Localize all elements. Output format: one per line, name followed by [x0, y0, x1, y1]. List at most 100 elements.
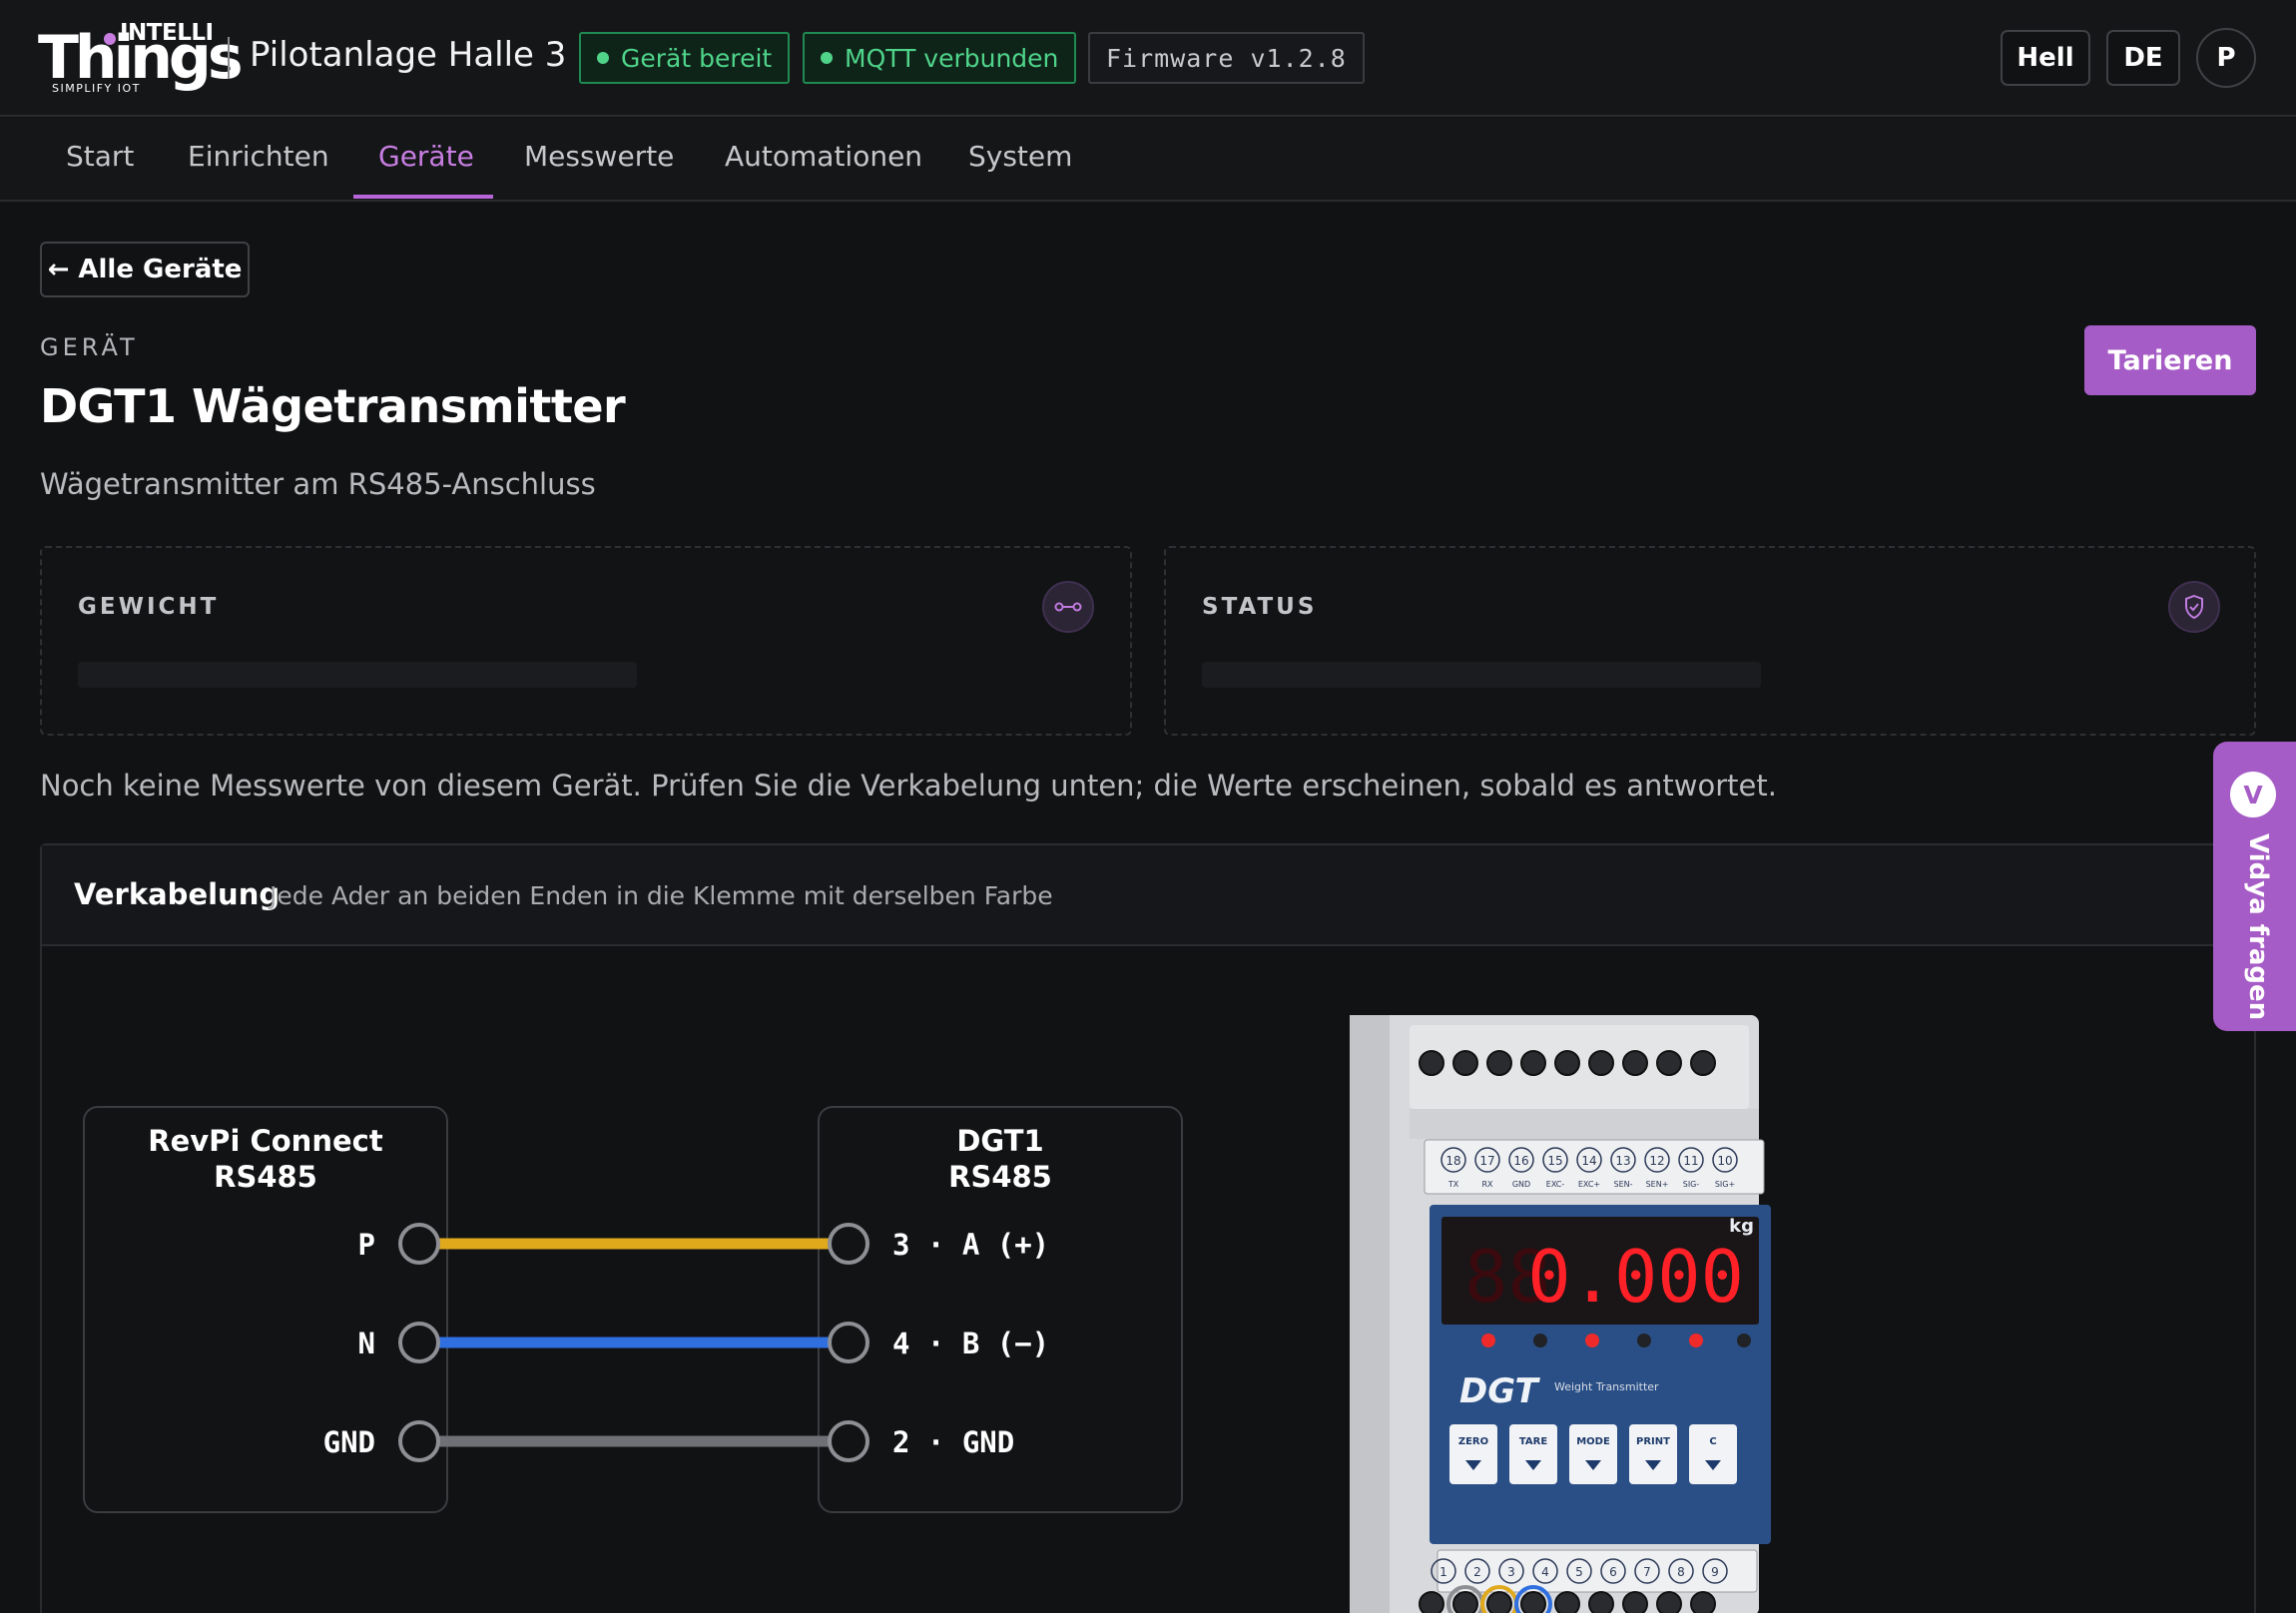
tab-start[interactable]: Start — [66, 140, 134, 173]
terminal-right[interactable] — [828, 1420, 869, 1462]
main-nav: Start Einrichten Geräte Messwerte Automa… — [0, 118, 2296, 202]
page-eyebrow: GERÄT — [40, 333, 139, 361]
screw — [1486, 1050, 1512, 1076]
terminal-number: 6 — [1609, 1565, 1617, 1579]
screw — [1554, 1050, 1580, 1076]
wire-p: P 3 · A (+) — [358, 1223, 1049, 1265]
tab-system[interactable]: System — [968, 140, 1072, 173]
terminal-left[interactable] — [398, 1223, 440, 1265]
terminal-number: 7 — [1643, 1565, 1651, 1579]
logo-tagline: SIMPLIFY IOT — [52, 82, 141, 95]
wiring-diagram: RevPi Connect RS485 DGT1 RS485 P 3 · A (… — [83, 1015, 1771, 1613]
screw — [1690, 1591, 1716, 1613]
dgt1-device-image: 18TX17RX16GND15EXC-14EXC+13SEN-12SEN+11S… — [1350, 1015, 1771, 1613]
theme-toggle-button[interactable]: Hell — [2001, 30, 2090, 86]
device-key — [1449, 1424, 1497, 1484]
screw — [1690, 1050, 1716, 1076]
firmware-badge: Firmware v1.2.8 — [1088, 32, 1365, 84]
tab-messwerte[interactable]: Messwerte — [524, 140, 674, 173]
shield-icon — [2168, 581, 2220, 633]
wire-gnd: GND 2 · GND — [323, 1420, 1014, 1462]
status-card: STATUS — [1164, 546, 2256, 736]
terminal-right[interactable] — [828, 1223, 869, 1265]
screw — [1656, 1591, 1682, 1613]
screw — [1419, 1050, 1444, 1076]
device-key-label: TARE — [1519, 1436, 1547, 1447]
terminal-label: EXC- — [1546, 1180, 1565, 1189]
screw — [1588, 1050, 1614, 1076]
terminal-right[interactable] — [828, 1322, 869, 1363]
screw — [1419, 1591, 1444, 1613]
screw — [1656, 1050, 1682, 1076]
status-dot-icon — [597, 52, 609, 64]
terminal-label: SEN+ — [1646, 1180, 1669, 1189]
terminal-number: 9 — [1711, 1565, 1719, 1579]
ask-vidya-tab[interactable]: V Vidya fragen — [2213, 742, 2296, 1031]
app-header: Things INTELLI SIMPLIFY IOT Pilotanlage … — [0, 0, 2296, 117]
terminal-label: TX — [1447, 1180, 1459, 1189]
device-keypad: ZERO TARE MODE PRINT C — [1449, 1424, 1737, 1484]
terminal-number: 17 — [1479, 1154, 1494, 1168]
screw — [1520, 1591, 1546, 1613]
weight-value-skeleton — [78, 662, 637, 688]
screw — [1452, 1050, 1478, 1076]
link-icon — [1042, 581, 1094, 633]
no-data-hint: Noch keine Messwerte von diesem Gerät. P… — [40, 769, 1777, 803]
revpi-title-line1: RevPi Connect — [148, 1124, 383, 1158]
device-key — [1689, 1424, 1737, 1484]
terminal-left[interactable] — [398, 1322, 440, 1363]
page-title: DGT1 Wägetransmitter — [40, 379, 626, 433]
terminal-number: 12 — [1649, 1154, 1664, 1168]
language-button[interactable]: DE — [2106, 30, 2180, 86]
weight-display: 0.000 — [1527, 1235, 1744, 1319]
wire-left-label: P — [358, 1228, 375, 1262]
screw — [1554, 1591, 1580, 1613]
device-key — [1629, 1424, 1677, 1484]
page-subtitle: Wägetransmitter am RS485-Anschluss — [40, 467, 596, 501]
weight-card-label: GEWICHT — [78, 594, 220, 620]
vidya-label: Vidya fragen — [2243, 833, 2273, 1021]
terminal-label: EXC+ — [1578, 1180, 1600, 1189]
tab-einrichten[interactable]: Einrichten — [188, 140, 329, 173]
dgt1-title-line1: DGT1 — [956, 1124, 1043, 1158]
avatar[interactable]: P — [2196, 28, 2256, 88]
wire-left-label: GND — [323, 1425, 375, 1459]
terminal-left[interactable] — [398, 1420, 440, 1462]
device-key-label: ZERO — [1458, 1436, 1488, 1447]
tare-button[interactable]: Tarieren — [2084, 325, 2256, 395]
weight-card: GEWICHT — [40, 546, 1132, 736]
screw — [1622, 1591, 1648, 1613]
status-value-skeleton — [1202, 662, 1761, 688]
terminal-number: 5 — [1575, 1565, 1583, 1579]
device-ready-badge: Gerät bereit — [579, 32, 791, 84]
tab-geraete[interactable]: Geräte — [378, 140, 474, 173]
back-to-devices-button[interactable]: ← Alle Geräte — [40, 242, 250, 297]
logo-dot — [104, 33, 116, 45]
terminal-number: 13 — [1615, 1154, 1630, 1168]
tab-automationen[interactable]: Automationen — [725, 140, 922, 173]
terminal-number: 15 — [1547, 1154, 1562, 1168]
device-brand: DGT — [1459, 1371, 1541, 1411]
terminal-number: 16 — [1513, 1154, 1528, 1168]
terminal-number: 2 — [1473, 1565, 1481, 1579]
wire-n: N 4 · B (−) — [358, 1322, 1049, 1363]
terminal-number: 1 — [1439, 1565, 1447, 1579]
terminal-label: RX — [1481, 1180, 1493, 1189]
wire-right-label: 2 · GND — [892, 1425, 1014, 1459]
site-title: Pilotanlage Halle 3 — [250, 35, 567, 75]
device-ready-label: Gerät bereit — [621, 43, 773, 73]
display-unit: kg — [1729, 1216, 1754, 1237]
header-divider — [228, 37, 230, 79]
status-dot-icon — [821, 52, 833, 64]
mqtt-badge: MQTT verbunden — [803, 32, 1077, 84]
screw — [1520, 1050, 1546, 1076]
terminal-number: 11 — [1683, 1154, 1698, 1168]
wiring-panel: Verkabelung Jede Ader an beiden Enden in… — [40, 843, 2256, 1613]
mqtt-label: MQTT verbunden — [845, 43, 1059, 73]
intellithings-logo[interactable]: Things INTELLI SIMPLIFY IOT — [38, 20, 244, 96]
device-key-label: C — [1709, 1436, 1716, 1447]
terminal-number: 10 — [1717, 1154, 1732, 1168]
top-terminal-screws — [1419, 1050, 1716, 1076]
terminal-number: 14 — [1581, 1154, 1596, 1168]
terminal-number: 3 — [1507, 1565, 1515, 1579]
